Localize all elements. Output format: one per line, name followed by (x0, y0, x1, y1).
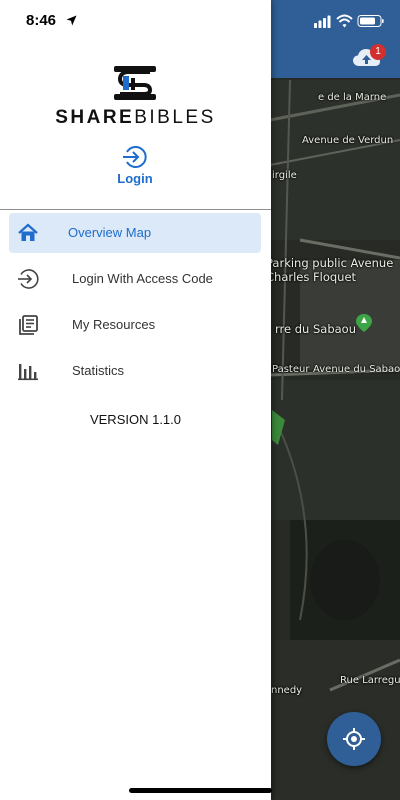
location-arrow-icon (66, 15, 77, 26)
map-street-label: e de la Marne (318, 92, 387, 103)
menu-item-login-access-code[interactable]: Login With Access Code (9, 259, 261, 299)
map-poi-label: Parking public Avenue (266, 256, 394, 270)
menu-item-label: Overview Map (68, 225, 152, 240)
bar-chart-icon (18, 364, 38, 381)
battery-icon (357, 15, 384, 27)
menu-item-label: My Resources (72, 317, 156, 332)
menu-item-statistics[interactable]: Statistics (9, 351, 261, 391)
map-street-label: Avenue du Sabaou (313, 364, 400, 375)
map-street-label: nnedy (271, 685, 303, 696)
map-poi-label: Charles Floquet (266, 270, 357, 284)
park-pin-icon[interactable] (356, 314, 372, 332)
cellular-signal-icon (314, 15, 331, 28)
sharebibles-logo-icon (114, 66, 156, 100)
map-street-label: Rue Larreguy (340, 675, 400, 686)
map-poi-label: rre du Sabaou (275, 322, 356, 336)
menu-item-overview-map[interactable]: Overview Map (9, 213, 261, 253)
login-arrow-icon (123, 146, 147, 168)
brand-wordmark: SHAREBIBLES (0, 107, 271, 129)
home-icon (18, 223, 38, 241)
login-button[interactable]: Login (100, 144, 170, 188)
locate-me-button[interactable] (327, 712, 381, 766)
brand-wordmark-bold: SHARE (55, 107, 135, 128)
menu-item-label: Statistics (72, 363, 125, 378)
map-street-label: Avenue de Verdun (302, 135, 394, 146)
login-label: Login (117, 171, 153, 186)
status-time: 8:46 (26, 12, 57, 29)
ios-status-bar: 8:46 (0, 0, 400, 44)
wifi-icon (336, 14, 353, 28)
map-street-label: irgile (272, 170, 297, 181)
home-indicator[interactable] (129, 788, 272, 793)
menu-item-label: Login With Access Code (72, 271, 213, 286)
drawer-divider (0, 209, 271, 210)
navigation-drawer: SHAREBIBLES Login Overview Map Login Wit… (0, 0, 271, 800)
resources-icon (19, 315, 38, 335)
app-version-text: VERSION 1.1.0 (89, 412, 182, 427)
map-street-label: Pasteur (272, 364, 310, 375)
gps-target-icon (343, 728, 365, 750)
upload-count-badge: 1 (370, 44, 386, 60)
menu-item-my-resources[interactable]: My Resources (9, 305, 261, 345)
brand-wordmark-light: BIBLES (134, 107, 216, 128)
status-indicators (314, 14, 384, 28)
login-arrow-icon (18, 269, 39, 289)
